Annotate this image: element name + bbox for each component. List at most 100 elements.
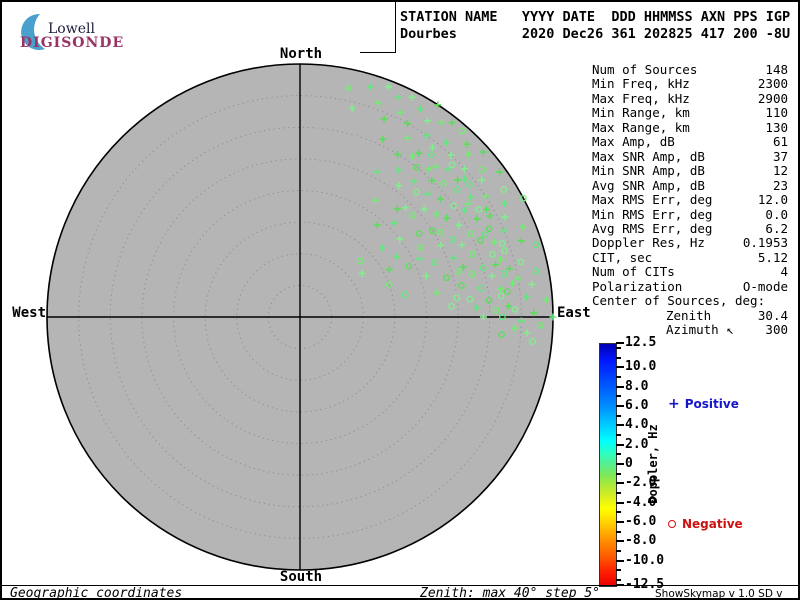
colorbar-tick-label: 2.0 bbox=[625, 436, 649, 452]
legend-negative: Negative bbox=[668, 517, 743, 531]
stat-label: Center of Sources, deg: bbox=[592, 293, 766, 309]
stat-value: 4 bbox=[780, 264, 788, 280]
colorbar-major-tick bbox=[616, 342, 624, 344]
colorbar-minor-tick bbox=[616, 492, 621, 495]
colorbar-tick-label: 0 bbox=[625, 456, 633, 471]
stat-row: Doppler Res, Hz 0.1953 bbox=[592, 235, 788, 251]
stat-label: Doppler Res, Hz bbox=[592, 235, 705, 251]
colorbar-tick-label: 6.0 bbox=[625, 397, 649, 413]
colorbar-minor-tick bbox=[616, 433, 621, 436]
colorbar-major-tick bbox=[616, 540, 624, 543]
colorbar-tick-label: 10.0 bbox=[625, 359, 657, 375]
stat-label: Num of CITs bbox=[592, 264, 675, 280]
stat-value: 0.1953 bbox=[742, 235, 788, 251]
stat-label: Max Range, km bbox=[592, 119, 690, 135]
stat-label: Min Freq, kHz bbox=[592, 76, 690, 92]
colorbar-tick-label: 8.0 bbox=[625, 378, 649, 394]
colorbar-tick-label: 4.0 bbox=[625, 417, 649, 433]
legend-positive: + Positive bbox=[668, 396, 739, 412]
stat-label: Polarization bbox=[592, 278, 683, 294]
stat-row: CIT, sec 5.12 bbox=[592, 249, 788, 265]
logo-digisonde-text: DIGISONDE bbox=[20, 35, 125, 51]
colorbar-tick-label: -8.0 bbox=[625, 533, 657, 549]
stat-label: Max SNR Amp, dB bbox=[592, 148, 705, 164]
stat-label: Max Freq, kHz bbox=[592, 90, 690, 106]
stat-row: Max RMS Err, deg 12.0 bbox=[592, 192, 788, 208]
colorbar-minor-tick bbox=[616, 395, 621, 398]
stat-label: Min Range, km bbox=[592, 105, 690, 121]
colorbar-minor-tick bbox=[616, 375, 621, 378]
compass-west-label: West bbox=[12, 305, 46, 321]
stat-row: Zenith 30.4 bbox=[592, 307, 788, 323]
colorbar-minor-tick bbox=[616, 356, 621, 359]
colorbar-minor-tick bbox=[616, 579, 621, 582]
colorbar-minor-tick bbox=[616, 530, 621, 533]
colorbar-major-tick bbox=[616, 385, 624, 388]
stat-value: 300 bbox=[765, 322, 788, 338]
stat-value: 30.4 bbox=[757, 307, 788, 323]
software-version-label: ShowSkymap v 1.0 SD v 5.1 bbox=[655, 588, 783, 600]
compass-south-label: South bbox=[279, 569, 323, 585]
stat-row: Avg RMS Err, deg 6.2 bbox=[592, 220, 788, 236]
stat-label: Zenith bbox=[666, 307, 712, 323]
stat-value: 12.0 bbox=[757, 192, 788, 208]
stat-row: Num of Sources 148 bbox=[592, 62, 788, 77]
stat-value: O-mode bbox=[742, 278, 788, 294]
colorbar-minor-tick bbox=[616, 472, 621, 475]
colorbar-tick-label: 12.5 bbox=[625, 335, 657, 350]
circle-marker-icon bbox=[668, 520, 676, 528]
colorbar-major-tick bbox=[616, 443, 624, 446]
stat-row: Azimuth ↖ 300 bbox=[592, 322, 788, 338]
colorbar-major-tick bbox=[616, 366, 624, 369]
colorbar-major-tick bbox=[616, 521, 624, 524]
stat-row: Avg SNR Amp, dB 23 bbox=[592, 178, 788, 193]
legend-positive-label: Positive bbox=[684, 397, 739, 411]
stat-value: 130 bbox=[765, 119, 788, 135]
stat-label: Num of Sources bbox=[592, 62, 698, 77]
colorbar-major-tick bbox=[616, 463, 624, 465]
colorbar-major-tick bbox=[616, 559, 624, 562]
colorbar-minor-tick bbox=[616, 346, 621, 349]
stat-label: Min RMS Err, deg bbox=[592, 206, 713, 222]
colorbar-minor-tick bbox=[616, 569, 621, 572]
stat-value: 6.2 bbox=[765, 220, 788, 236]
colorbar-tick-label: -10.0 bbox=[625, 552, 665, 568]
stat-label: Min SNR Amp, dB bbox=[592, 163, 705, 179]
stat-value: 148 bbox=[765, 62, 788, 77]
stat-row: Max Freq, kHz 2900 bbox=[592, 90, 788, 106]
colorbar-major-tick bbox=[616, 482, 624, 485]
stat-value: 61 bbox=[772, 134, 788, 150]
stat-value: 0.0 bbox=[765, 206, 788, 222]
stat-label: Avg RMS Err, deg bbox=[592, 220, 713, 236]
stat-value: 2900 bbox=[757, 90, 788, 106]
doppler-colorbar bbox=[599, 343, 617, 587]
stat-row: Min SNR Amp, dB 12 bbox=[592, 163, 788, 179]
stat-label: Azimuth ↖ bbox=[666, 322, 734, 338]
legend-negative-label: Negative bbox=[682, 517, 743, 531]
lowell-digisonde-logo: Lowell DIGISONDE bbox=[10, 8, 130, 52]
stat-row: Min Freq, kHz 2300 bbox=[592, 76, 788, 92]
plus-marker-icon: + bbox=[668, 396, 680, 412]
measurement-stats-panel: Num of Sources 148 Min Freq, kHz 2300 Max Fr… bbox=[592, 62, 788, 338]
colorbar-major-tick bbox=[616, 424, 624, 427]
stat-label: Max RMS Err, deg bbox=[592, 192, 713, 208]
stat-row: Min RMS Err, deg 0.0 bbox=[592, 206, 788, 222]
colorbar-tick-label: -6.0 bbox=[625, 514, 657, 530]
compass-north-label: North bbox=[279, 46, 323, 62]
compass-east-label: East bbox=[557, 305, 591, 321]
stat-row: Polarization O-mode bbox=[592, 278, 788, 294]
stat-label: CIT, sec bbox=[592, 249, 653, 265]
stat-row: Max Amp, dB 61 bbox=[592, 134, 788, 150]
header-labels-row: STATION NAME YYYY DATE DDD HHMMSS AXN PP… bbox=[400, 9, 791, 25]
stat-value: 5.12 bbox=[757, 249, 788, 265]
stat-label: Max Amp, dB bbox=[592, 134, 675, 150]
stat-row: Max SNR Amp, dB 37 bbox=[592, 148, 788, 164]
colorbar-major-tick bbox=[616, 501, 624, 504]
header-table: STATION NAME YYYY DATE DDD HHMMSS AXN PP… bbox=[400, 9, 790, 43]
stat-row: Min Range, km 110 bbox=[592, 105, 788, 121]
stat-value: 37 bbox=[772, 148, 788, 164]
stat-row: Max Range, km 130 bbox=[592, 119, 788, 135]
header-divider-vertical bbox=[395, 2, 396, 52]
stat-row: Center of Sources, deg: bbox=[592, 293, 788, 309]
colorbar-title: Doppler, Hz bbox=[646, 424, 660, 504]
